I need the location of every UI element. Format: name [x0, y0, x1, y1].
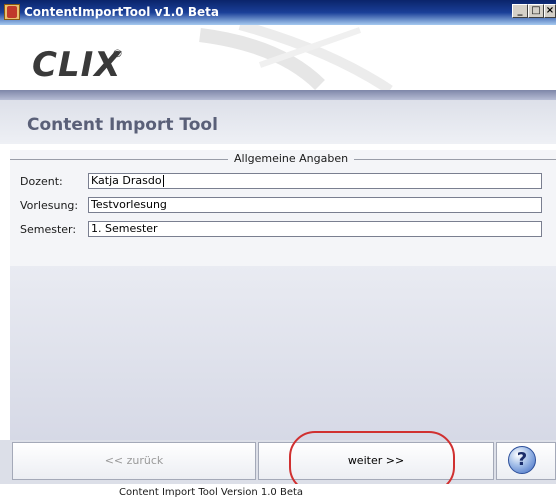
dozent-label: Dozent: [20, 175, 63, 188]
header: CLIX ® [0, 25, 556, 90]
semester-label: Semester: [20, 223, 77, 236]
registered-mark: ® [112, 47, 123, 60]
semester-input[interactable]: 1. Semester [88, 221, 542, 237]
page-title: Content Import Tool [27, 115, 218, 135]
content-area [10, 266, 556, 440]
dozent-value: Katja Drasdo [91, 174, 162, 187]
back-button[interactable]: << zurück [12, 442, 256, 480]
group-title: Allgemeine Angaben [228, 152, 355, 165]
version-text: Content Import Tool Version 1.0 Beta [119, 487, 304, 498]
clix-logo: CLIX [32, 45, 122, 85]
vorlesung-input[interactable]: Testvorlesung [88, 197, 542, 213]
semester-value: 1. Semester [91, 222, 158, 235]
window-title: ContentImportTool v1.0 Beta [24, 5, 219, 19]
close-button[interactable]: × [544, 4, 556, 18]
swoosh-graphic [199, 25, 393, 90]
java-app-icon [4, 4, 20, 20]
vorlesung-label: Vorlesung: [20, 199, 79, 212]
help-icon[interactable]: ? [508, 446, 536, 474]
vorlesung-value: Testvorlesung [91, 198, 167, 211]
header-divider [0, 90, 556, 100]
maximize-button[interactable]: □ [528, 4, 544, 18]
minimize-button[interactable]: _ [512, 4, 528, 18]
dozent-input[interactable]: Katja Drasdo [88, 173, 542, 189]
text-caret [162, 175, 164, 187]
